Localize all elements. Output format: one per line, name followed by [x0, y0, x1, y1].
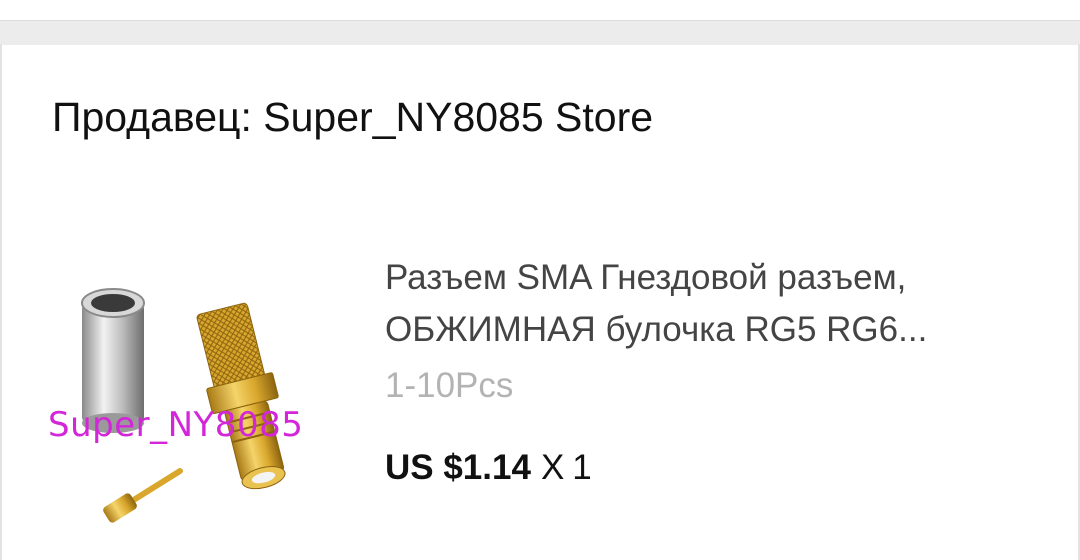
center-pin: [103, 468, 183, 523]
top-separator: [0, 0, 1080, 45]
product-title[interactable]: Разъем SMA Гнездовой разъем, ОБЖИМНАЯ бу…: [385, 252, 1045, 356]
price-row: US $1.14 X 1: [385, 448, 1045, 488]
separator-band: [0, 20, 1080, 45]
connector-body: [196, 302, 286, 490]
product-price: US $1.14: [385, 448, 531, 487]
order-page: Продавец: Super_NY8085 Store Super_NY808…: [0, 0, 1080, 560]
product-variant: 1-10Pcs: [385, 366, 514, 405]
product-info: Разъем SMA Гнездовой разъем, ОБЖИМНАЯ бу…: [385, 252, 1045, 488]
image-watermark: Super_NY8085: [48, 405, 304, 445]
quantity-value: 1: [572, 448, 592, 487]
product-item[interactable]: Super_NY8085 Разъем SMA Гнездовой разъем…: [0, 240, 1080, 560]
product-thumbnail[interactable]: Super_NY8085: [40, 275, 360, 560]
quantity-prefix: X: [540, 448, 565, 487]
seller-name[interactable]: Продавец: Super_NY8085 Store: [52, 94, 653, 141]
